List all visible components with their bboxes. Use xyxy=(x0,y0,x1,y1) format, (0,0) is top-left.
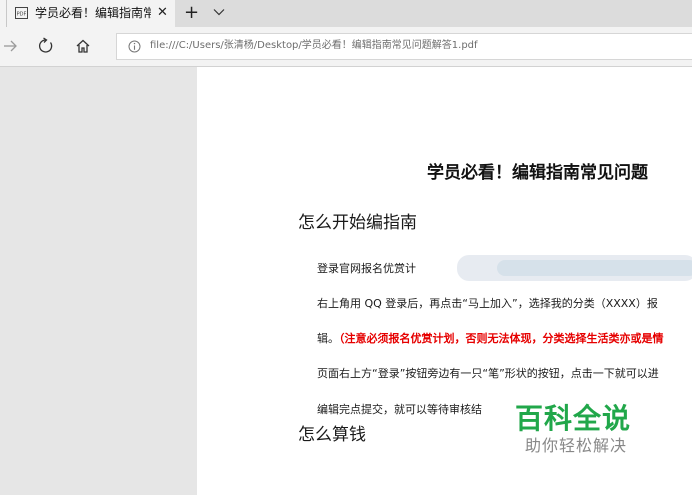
address-url: file:///C:/Users/张清杨/Desktop/学员必看！编辑指南常见… xyxy=(150,40,478,51)
new-tab-button[interactable]: + xyxy=(184,2,199,24)
redacted-region-inner xyxy=(497,260,692,276)
watermark-subtitle: 助你轻松解决 xyxy=(525,436,628,455)
tab-bar: PDF 学员必看！编辑指南常! ✕ + xyxy=(0,0,692,27)
info-icon[interactable] xyxy=(128,40,141,53)
pdf-file-icon: PDF xyxy=(15,7,28,19)
previous-tab[interactable] xyxy=(0,0,7,27)
warning-text: （注意必须报名优赏计划，否则无法体现，分类选择生活类亦或是情 xyxy=(339,332,664,345)
svg-text:PDF: PDF xyxy=(17,12,27,18)
body-line-5: 编辑完点提交，就可以等待审核结 xyxy=(317,403,482,416)
tab-title: 学员必看！编辑指南常! xyxy=(35,6,151,20)
section-heading-start: 怎么开始编指南 xyxy=(298,213,417,233)
body-line-4: 页面右上方“登录”按钮旁边有一只“笔”形状的按钮，点击一下就可以进 xyxy=(317,367,659,380)
pdf-viewer[interactable]: 学员必看！编辑指南常见问题 怎么开始编指南 登录官网报名优赏计 右上角用 QQ … xyxy=(0,67,692,495)
watermark-logo: 百科全说 助你轻松解决 xyxy=(515,403,645,457)
body-line-1: 登录官网报名优赏计 xyxy=(317,262,416,275)
close-icon[interactable]: ✕ xyxy=(157,5,168,20)
home-icon[interactable] xyxy=(74,37,92,55)
body-line-3-prefix: 辑。 xyxy=(317,332,339,345)
forward-arrow-icon[interactable] xyxy=(2,37,20,55)
refresh-icon[interactable] xyxy=(37,37,55,55)
navigation-toolbar: file:///C:/Users/张清杨/Desktop/学员必看！编辑指南常见… xyxy=(0,27,692,67)
address-bar[interactable]: file:///C:/Users/张清杨/Desktop/学员必看！编辑指南常见… xyxy=(116,33,692,60)
body-line-3: 辑。（注意必须报名优赏计划，否则无法体现，分类选择生活类亦或是情 xyxy=(317,332,664,346)
chevron-down-icon[interactable] xyxy=(213,6,225,18)
section-heading-money: 怎么算钱 xyxy=(298,425,366,445)
watermark-title: 百科全说 xyxy=(515,402,632,435)
document-title: 学员必看！编辑指南常见问题 xyxy=(427,163,648,183)
body-line-2: 右上角用 QQ 登录后，再点击“马上加入”，选择我的分类（XXXX）报 xyxy=(317,297,658,310)
tab-pdf[interactable]: PDF 学员必看！编辑指南常! ✕ xyxy=(7,0,175,27)
